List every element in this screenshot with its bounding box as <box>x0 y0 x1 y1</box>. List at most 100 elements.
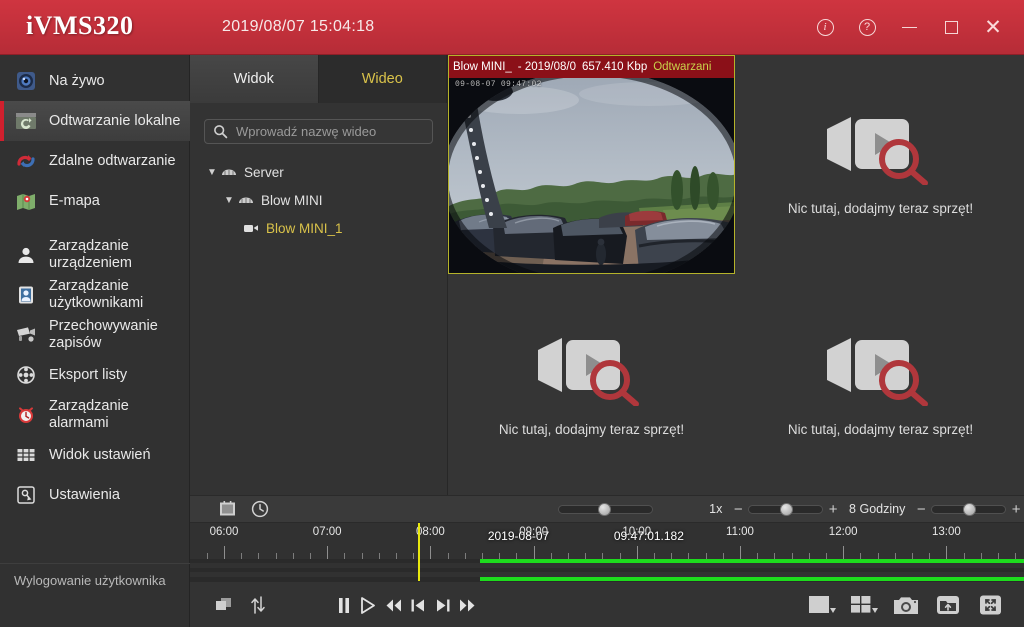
panel-tabs: Widok Wideo <box>190 55 447 103</box>
tree-node-server[interactable]: ▼ Server <box>190 158 447 186</box>
speed-increase-button[interactable]: + <box>825 501 841 518</box>
sidebar-item-label: Zarządzanie alarmami <box>49 398 129 431</box>
logout-button[interactable]: Wylogowanie użytkownika <box>0 563 190 597</box>
calendar-button[interactable] <box>215 496 241 522</box>
tree-node-blow-mini-1[interactable]: Blow MINI_1 <box>190 214 447 242</box>
record-storage-icon <box>14 323 38 347</box>
snapshot-button[interactable] <box>890 590 922 620</box>
device-tree-panel: Widok Wideo ▼ Server ▼ <box>190 55 448 495</box>
layout-view-button[interactable] <box>848 590 882 620</box>
help-button[interactable]: ? <box>846 8 888 48</box>
empty-placeholder: Nic tutaj, dodajmy teraz sprzęt! <box>448 276 735 495</box>
tree-node-label: Blow MINI_1 <box>266 220 343 236</box>
timeline-major-tick <box>430 546 432 559</box>
play-button[interactable] <box>356 592 380 618</box>
timeline-recording-segment[interactable] <box>480 559 1024 563</box>
server-icon <box>220 166 238 178</box>
fullscreen-button[interactable] <box>974 590 1006 620</box>
camera-video-frame <box>449 78 734 273</box>
timeline-hour-label: 11:00 <box>726 526 754 538</box>
search-box[interactable] <box>204 119 433 144</box>
local-playback-icon <box>14 109 38 133</box>
search-input[interactable] <box>236 124 424 139</box>
time-button[interactable] <box>247 496 273 522</box>
sidebar-item-local-playback[interactable]: Odtwarzanie lokalne <box>0 101 190 141</box>
sidebar-item-emap[interactable]: E-mapa <box>0 181 190 221</box>
maximize-button[interactable] <box>930 8 972 48</box>
timeline-major-tick <box>327 546 329 559</box>
next-frame-button[interactable] <box>431 592 455 618</box>
sidebar-item-remote-playback[interactable]: Zdalne odtwarzanie <box>0 141 190 181</box>
timeline-playhead[interactable] <box>417 523 420 581</box>
range-decrease-button[interactable]: − <box>913 501 929 518</box>
video-cell-1[interactable]: Nic tutaj, dodajmy teraz sprzęt! <box>737 55 1024 274</box>
speed-slider-knob[interactable] <box>780 502 794 516</box>
application-window: iVMS320 2019/08/07 15:04:18 i ? ✕ Na żyw… <box>0 0 1024 627</box>
close-icon: ✕ <box>984 16 1002 39</box>
timeline-tracks[interactable] <box>190 559 1024 581</box>
sidebar-item-settings[interactable]: Ustawienia <box>0 475 190 515</box>
sidebar-item-export-list[interactable]: Eksport listy <box>0 355 190 395</box>
info-icon: i <box>816 19 834 36</box>
range-slider-knob[interactable] <box>963 502 977 516</box>
sidebar-item-live[interactable]: Na żywo <box>0 61 190 101</box>
timeline-playhead-time: 09:47:01.182 <box>613 529 684 543</box>
sidebar-item-label: Widok ustawień <box>49 446 151 463</box>
timeline-track-2[interactable] <box>190 568 1024 572</box>
previous-frame-button[interactable] <box>406 592 430 618</box>
minimize-button[interactable] <box>888 8 930 48</box>
sidebar-divider <box>0 221 190 235</box>
volume-slider-knob[interactable] <box>598 502 612 516</box>
sidebar-item-view-settings[interactable]: Widok ustawień <box>0 435 190 475</box>
timeline-major-tick <box>224 546 225 559</box>
speed-decrease-button[interactable]: − <box>730 501 746 518</box>
live-camera-icon <box>14 69 38 93</box>
speed-label: 1x <box>709 502 723 516</box>
sidebar-item-record-storage[interactable]: Przechowywanie zapisów <box>0 315 190 355</box>
video-cell-2[interactable]: Nic tutaj, dodajmy teraz sprzęt! <box>448 276 735 495</box>
empty-placeholder-text: Nic tutaj, dodajmy teraz sprzęt! <box>498 422 685 437</box>
timeline-ruler[interactable]: 06:00 07:00 08:00 09:00 10:00 11:00 12:00 13:00 <box>190 523 1024 559</box>
alarm-manage-icon <box>14 403 38 427</box>
sidebar-item-label: Odtwarzanie lokalne <box>49 112 181 129</box>
multi-window-button[interactable] <box>212 593 236 617</box>
range-increase-button[interactable]: + <box>1008 501 1024 518</box>
pause-button[interactable] <box>332 592 356 618</box>
fast-forward-button[interactable] <box>455 592 479 618</box>
sidebar-item-user-management[interactable]: Zarządzanie użytkownikami <box>0 275 190 315</box>
video-cell-0[interactable]: Blow MINI_ - 2019/08/0 657.410 Kbp Odtwa… <box>448 55 735 274</box>
previous-icon <box>410 597 426 614</box>
video-cell-body[interactable]: 09-08-07 09:47:02 <box>449 78 734 273</box>
speed-slider[interactable] <box>748 502 824 516</box>
tree-node-label: Server <box>244 164 284 180</box>
tab-widok[interactable]: Widok <box>190 55 319 103</box>
timeline-major-tick <box>843 546 845 559</box>
range-slider[interactable] <box>931 502 1007 516</box>
sidebar-item-alarm-management[interactable]: Zarządzanie alarmami <box>0 395 190 435</box>
video-cell-3[interactable]: Nic tutaj, dodajmy teraz sprzęt! <box>737 276 1024 495</box>
empty-placeholder: Nic tutaj, dodajmy teraz sprzęt! <box>737 55 1024 274</box>
volume-slider[interactable] <box>558 502 654 516</box>
chevron-down-icon[interactable]: ▼ <box>221 195 237 206</box>
sync-sort-button[interactable] <box>246 593 270 617</box>
tree-node-blow-mini[interactable]: ▼ Blow MINI <box>190 186 447 214</box>
rewind-button[interactable] <box>382 592 406 618</box>
single-view-button[interactable] <box>806 590 840 620</box>
info-button[interactable]: i <box>804 8 846 48</box>
question-mark-icon: ? <box>858 19 876 36</box>
sidebar-item-label: Na żywo <box>49 72 105 89</box>
open-folder-button[interactable] <box>932 590 964 620</box>
close-button[interactable]: ✕ <box>972 8 1014 48</box>
sidebar-item-label: Ustawienia <box>49 486 120 503</box>
search-area <box>190 103 447 144</box>
window-controls: i ? ✕ <box>804 0 1014 55</box>
range-label: 8 Godziny <box>849 502 906 516</box>
grid-layout-icon <box>850 594 880 616</box>
device-tree: ▼ Server ▼ Blow MINI Blow MINI_1 <box>190 144 447 242</box>
empty-placeholder: Nic tutaj, dodajmy teraz sprzęt! <box>737 276 1024 495</box>
settings-icon <box>14 483 38 507</box>
tab-wideo[interactable]: Wideo <box>318 55 447 103</box>
chevron-down-icon[interactable]: ▼ <box>204 167 220 178</box>
sidebar-item-device-management[interactable]: Zarządzanie urządzeniem <box>0 235 190 275</box>
timeline-major-tick <box>740 546 741 559</box>
